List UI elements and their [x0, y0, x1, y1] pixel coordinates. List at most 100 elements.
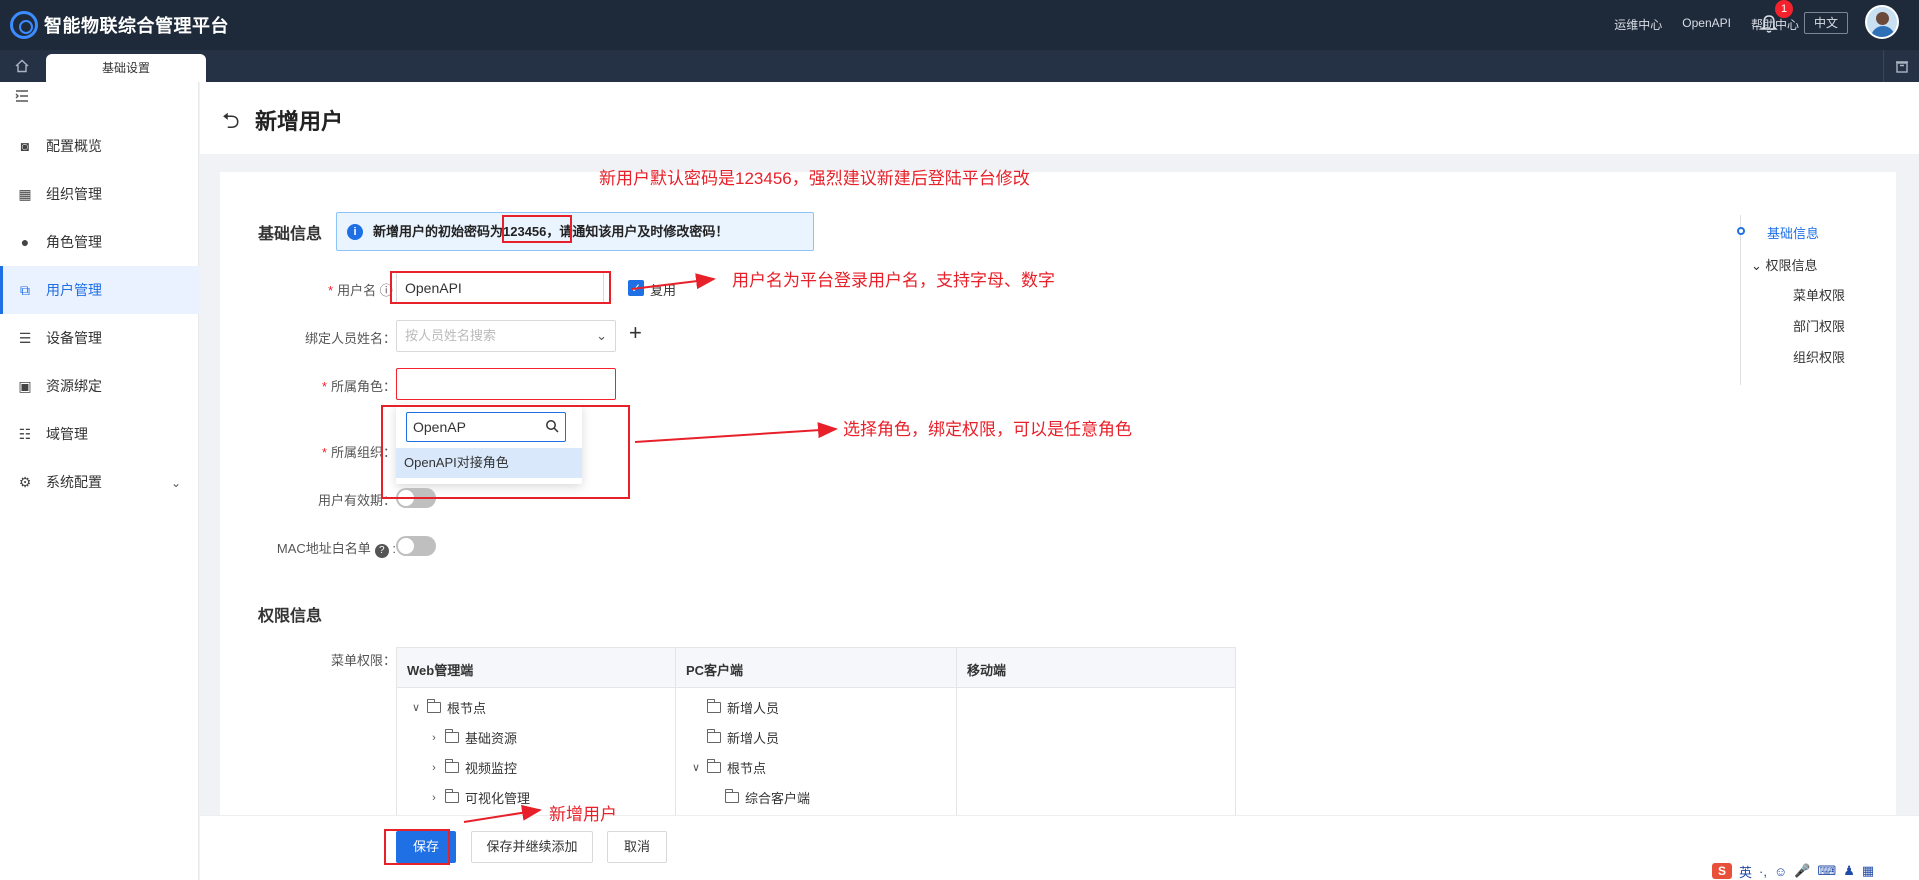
tree-node[interactable]: › 基础资源 — [427, 728, 517, 747]
sidebar-item-org[interactable]: ▦ 组织管理 — [0, 170, 199, 218]
anchor-menu-permission[interactable]: 菜单权限 — [1793, 285, 1845, 304]
cancel-button[interactable]: 取消 — [607, 831, 667, 863]
folder-icon — [445, 789, 459, 803]
sogou-logo-icon[interactable]: S — [1712, 863, 1732, 879]
chevron-down-icon: ∨ — [411, 702, 421, 714]
column-divider — [675, 648, 676, 815]
collapse-menu-icon[interactable] — [14, 88, 30, 104]
org-icon: ▦ — [18, 185, 32, 202]
user-icon[interactable]: ♟ — [1843, 863, 1855, 879]
tree-node[interactable]: › 可视化管理 — [427, 788, 530, 807]
column-divider — [956, 648, 957, 815]
sidebar-item-user[interactable]: ⧉ 用户管理 — [0, 266, 199, 314]
menu-permission-label: 菜单权限： — [330, 653, 396, 668]
annotation-box-role — [381, 405, 630, 499]
sidebar-item-role[interactable]: ● 角色管理 — [0, 218, 199, 266]
username-label: *用户名 ⓘ : — [328, 283, 400, 298]
mac-toggle[interactable] — [396, 536, 436, 556]
annotation-box-save — [384, 829, 450, 865]
annotation-save: 新增用户 — [549, 805, 617, 824]
role-select[interactable] — [396, 368, 616, 400]
anchor-active-dot — [1737, 227, 1745, 235]
page-header: ⮌ 新增用户 — [200, 82, 1919, 154]
sidebar-item-resource[interactable]: ▣ 资源绑定 — [0, 362, 199, 410]
language-switch[interactable]: 中文 — [1804, 12, 1848, 34]
bell-icon[interactable] — [1760, 14, 1778, 34]
folder-icon — [707, 759, 721, 773]
home-icon[interactable] — [0, 50, 44, 82]
tree-node[interactable]: › 视频监控 — [427, 758, 517, 777]
bind-person-label: 绑定人员姓名： — [304, 331, 396, 346]
info-icon: i — [347, 224, 363, 240]
reuse-checkbox[interactable]: ✓ — [628, 280, 644, 296]
table-header: Web管理端 PC客户端 移动端 — [397, 648, 1235, 688]
keyboard-icon[interactable]: ⌨ — [1817, 863, 1836, 879]
sidebar-item-system[interactable]: ⚙ 系统配置 ⌄ — [0, 458, 199, 506]
link-ops-center[interactable]: 运维中心 — [1614, 16, 1662, 33]
domain-icon: ☷ — [18, 425, 32, 442]
folder-icon — [427, 699, 441, 713]
folder-icon — [445, 759, 459, 773]
form-footer: 保存 保存并继续添加 取消 — [200, 815, 1919, 880]
sidebar-item-overview[interactable]: ◙ 配置概览 — [0, 122, 199, 170]
anchor-org-permission[interactable]: 组织权限 — [1793, 347, 1845, 366]
chevron-down-icon: ⌄ — [1751, 258, 1766, 273]
emoji-icon[interactable]: ☺ — [1774, 864, 1787, 879]
link-openapi[interactable]: OpenAPI — [1682, 16, 1731, 33]
help-icon: ? — [374, 544, 389, 558]
dashboard-icon: ◙ — [20, 138, 30, 154]
notification-badge: 1 — [1775, 0, 1793, 18]
annotation-username: 用户名为平台登录用户名，支持字母、数字 — [732, 271, 1055, 290]
ime-toolbar: S 英 ·, ☺ 🎤 ⌨ ♟ ▦ — [1712, 862, 1919, 880]
sidebar-item-label: 资源绑定 — [46, 378, 102, 394]
anchor-nav: 基础信息 ⌄ 权限信息 菜单权限 部门权限 组织权限 — [1737, 215, 1890, 385]
anchor-basic[interactable]: 基础信息 — [1767, 223, 1819, 242]
column-pc: PC客户端 — [686, 663, 744, 678]
microphone-icon[interactable]: 🎤 — [1794, 863, 1810, 879]
tree-node[interactable]: ∨ 根节点 — [689, 758, 766, 777]
save-continue-button[interactable]: 保存并继续添加 — [471, 831, 593, 863]
tab-basic-settings[interactable]: 基础设置 — [46, 54, 206, 82]
column-mobile: 移动端 — [967, 663, 1007, 678]
folder-icon — [725, 789, 739, 803]
tree-node[interactable]: 新增人员 — [689, 728, 779, 747]
punctuation-icon[interactable]: ·, — [1759, 864, 1767, 879]
sidebar-item-label: 用户管理 — [46, 282, 102, 298]
tree-node[interactable]: ∨ 根节点 — [409, 698, 486, 717]
add-person-button[interactable]: + — [629, 320, 642, 346]
close-tabs-icon[interactable] — [1883, 50, 1919, 82]
folder-icon — [707, 729, 721, 743]
back-icon[interactable]: ⮌ — [222, 104, 240, 142]
sidebar-item-label: 域管理 — [46, 426, 88, 442]
user-icon: ⧉ — [20, 281, 30, 298]
chevron-down-icon: ⌄ — [596, 328, 607, 343]
sidebar-item-label: 系统配置 — [46, 474, 102, 490]
folder-icon — [445, 729, 459, 743]
mac-label: MAC地址白名单? : — [276, 541, 396, 558]
annotation-role: 选择角色，绑定权限，可以是任意角色 — [843, 420, 1132, 439]
bind-person-select[interactable]: 按人员姓名搜索 ⌄ — [396, 320, 616, 352]
reuse-label: 复用 — [650, 283, 677, 298]
grid-icon[interactable]: ▦ — [1862, 863, 1874, 879]
ime-mode[interactable]: 英 — [1739, 862, 1752, 880]
tree-node[interactable]: 综合客户端 — [707, 788, 810, 807]
annotation-box-username — [390, 271, 611, 304]
sidebar-item-domain[interactable]: ☷ 域管理 — [0, 410, 199, 458]
anchor-dept-permission[interactable]: 部门权限 — [1793, 316, 1845, 335]
chevron-down-icon: ⌄ — [170, 476, 181, 490]
sidebar: ◙ 配置概览 ▦ 组织管理 ● 角色管理 ⧉ 用户管理 ☰ 设备管理 ▣ 资源绑定 ☷ 域管理… — [0, 82, 199, 880]
app-logo-icon — [10, 11, 38, 39]
org-label: * 所属组织： — [321, 445, 396, 460]
chevron-right-icon: › — [432, 761, 436, 774]
sidebar-item-device[interactable]: ☰ 设备管理 — [0, 314, 199, 362]
sidebar-item-label: 角色管理 — [46, 234, 102, 250]
avatar[interactable] — [1865, 5, 1899, 39]
anchor-permission[interactable]: ⌄ 权限信息 — [1751, 255, 1818, 274]
gear-icon: ⚙ — [18, 473, 32, 490]
folder-icon — [707, 699, 721, 713]
section-title-permission: 权限信息 — [258, 608, 323, 625]
sidebar-item-label: 配置概览 — [46, 138, 102, 154]
tree-node[interactable]: 新增人员 — [689, 698, 779, 717]
chevron-down-icon: ∨ — [691, 762, 701, 774]
role-label: * 所属角色： — [321, 379, 396, 394]
